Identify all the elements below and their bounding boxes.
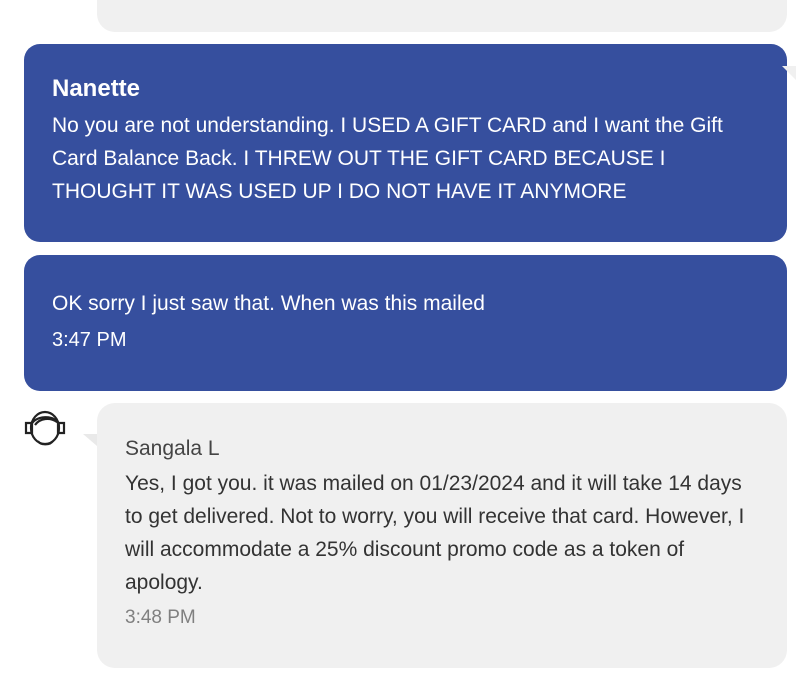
message-text: OK sorry I just saw that. When was this …	[52, 292, 485, 315]
bubble-tail	[83, 434, 97, 446]
sender-name: Sangala L	[125, 437, 220, 460]
message-timestamp: 3:47 PM	[52, 329, 127, 351]
chat-transcript: Nanette No you are not understanding. I …	[0, 0, 800, 677]
user-message-bubble: Nanette No you are not understanding. I …	[24, 44, 787, 242]
message-text: Yes, I got you. it was mailed on 01/23/2…	[125, 472, 745, 594]
agent-message-bubble-previous	[97, 0, 787, 32]
sender-name: Nanette	[52, 75, 141, 102]
message-timestamp: 3:48 PM	[125, 607, 196, 628]
bubble-tail	[782, 66, 796, 80]
user-message-bubble: OK sorry I just saw that. When was this …	[24, 255, 787, 391]
agent-message-bubble: Sangala L Yes, I got you. it was mailed …	[97, 403, 787, 668]
message-text: No you are not understanding. I USED A G…	[52, 114, 723, 203]
agent-headset-icon	[22, 405, 70, 453]
